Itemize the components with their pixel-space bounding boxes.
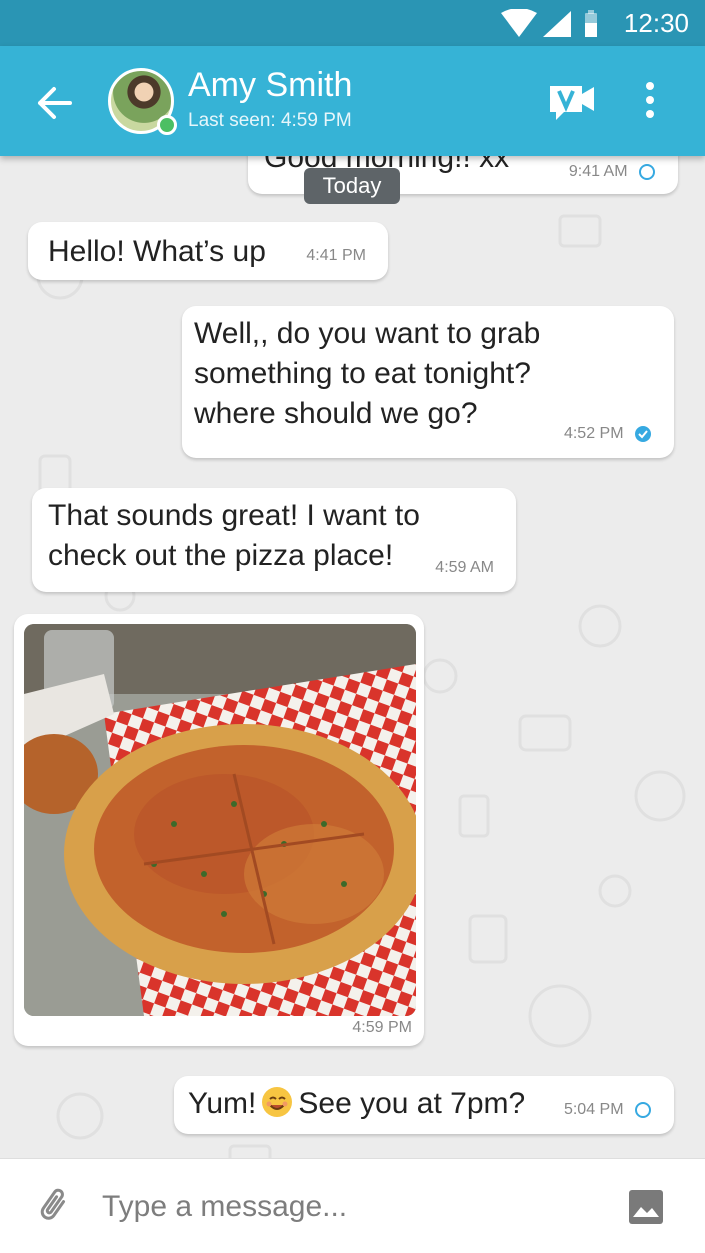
message-input[interactable]: [100, 1183, 604, 1231]
gallery-button[interactable]: [628, 1189, 664, 1225]
status-bar: 12:30: [0, 0, 705, 46]
back-arrow-icon: [38, 87, 72, 119]
message-incoming-image[interactable]: 4:59 PM: [14, 614, 424, 1046]
date-badge: Today: [304, 168, 400, 204]
message-text: Yum! See you at 7pm?: [188, 1084, 525, 1124]
more-options-button[interactable]: [630, 76, 670, 124]
last-seen-status: Last seen: 4:59 PM: [188, 110, 352, 131]
contact-name[interactable]: Amy Smith: [188, 66, 352, 105]
message-outgoing[interactable]: Yum! See you at 7pm? 5:04 PM: [174, 1076, 674, 1134]
attach-button[interactable]: [36, 1185, 76, 1225]
message-composer: [0, 1158, 705, 1253]
message-text: That sounds great! I want to check out t…: [48, 499, 420, 572]
sent-status-icon: [639, 163, 655, 180]
paperclip-icon: [40, 1188, 66, 1220]
contact-avatar[interactable]: [108, 68, 177, 135]
message-meta: 5:04 PM: [564, 1100, 652, 1120]
sent-status-icon: [635, 1101, 651, 1118]
smiling-face-emoji-icon: [262, 1087, 293, 1117]
message-time: 4:41 PM: [306, 247, 366, 264]
wifi-icon: [501, 8, 537, 37]
message-incoming[interactable]: That sounds great! I want to check out t…: [32, 488, 516, 592]
message-text-before: Yum!: [188, 1087, 257, 1120]
read-status-icon: [635, 425, 651, 442]
message-time: 4:52 PM: [563, 425, 624, 442]
battery-icon: [585, 10, 597, 37]
message-text-after: See you at 7pm?: [298, 1087, 526, 1120]
pizza-photo[interactable]: [24, 624, 416, 1016]
status-time: 12:30: [623, 8, 689, 38]
message-meta: 4:52 PM: [564, 424, 652, 444]
online-status-icon: [157, 115, 177, 135]
message-meta: 9:41 AM: [569, 162, 656, 182]
status-icons: [499, 8, 609, 44]
image-icon: [629, 1190, 663, 1224]
video-call-button[interactable]: [544, 76, 600, 124]
message-time: 5:04 PM: [563, 1101, 624, 1118]
back-button[interactable]: [30, 80, 80, 126]
message-outgoing[interactable]: Well,, do you want to grab something to …: [182, 306, 674, 458]
message-time: 4:59 PM: [352, 1019, 412, 1036]
message-incoming[interactable]: Hello! What’s up 4:41 PM: [28, 222, 388, 280]
chat-area[interactable]: Good morning!! xx 9:41 AM Today Hello! W…: [0, 156, 705, 1158]
app-bar: Amy Smith Last seen: 4:59 PM: [0, 46, 705, 156]
more-vert-icon: [646, 82, 654, 118]
signal-icon: [543, 11, 571, 37]
video-call-icon: [550, 86, 594, 120]
message-text: Well,, do you want to grab something to …: [194, 317, 541, 430]
message-text: Hello! What’s up: [48, 235, 266, 268]
message-time: 4:59 AM: [435, 559, 494, 576]
message-time: 9:41 AM: [568, 163, 628, 180]
